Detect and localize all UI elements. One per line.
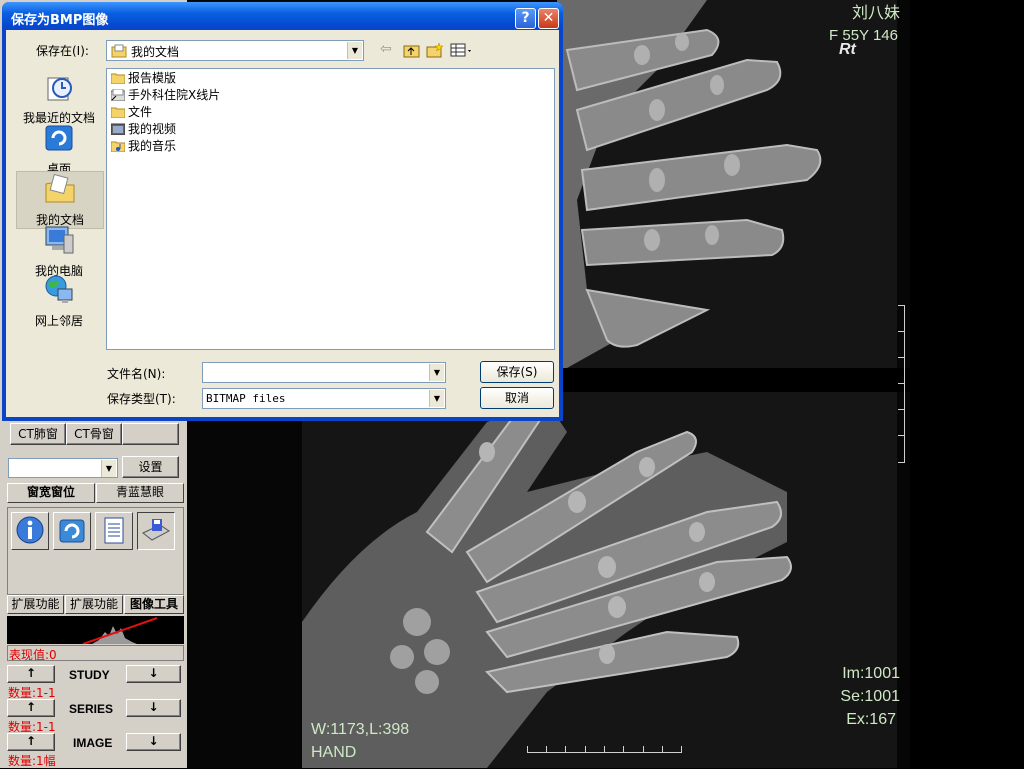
- info-icon: [16, 516, 44, 544]
- places-desktop[interactable]: 桌面: [16, 121, 102, 177]
- up-folder-icon[interactable]: [403, 42, 421, 58]
- video-folder-icon: [111, 123, 125, 135]
- tab-image-tools[interactable]: 图像工具: [124, 595, 184, 614]
- file-name: 我的视频: [128, 122, 177, 136]
- file-item[interactable]: 我的视频: [111, 121, 176, 138]
- patient-name: 刘八妹: [851, 5, 900, 22]
- save-bmp-dialog: 保存为BMP图像 ? ✕ 保存在(I): 我的文档 ▼ ⇦ 我最近的文档 桌面: [2, 2, 563, 421]
- image-number: Im:1001: [842, 665, 900, 682]
- series-next-button[interactable]: ↓: [126, 699, 181, 717]
- study-label: STUDY: [69, 668, 110, 682]
- display-value: 表现值:0: [9, 648, 57, 662]
- tab-window-level[interactable]: 窗宽窗位: [7, 483, 95, 503]
- document-icon: [104, 517, 124, 544]
- image-next-button[interactable]: ↓: [126, 733, 181, 751]
- tab-cyan-eye[interactable]: 青蓝慧眼: [96, 483, 184, 503]
- save-in-value: 我的文档: [131, 45, 180, 59]
- info-tool-button[interactable]: [11, 512, 49, 550]
- settings-button[interactable]: 设置: [122, 456, 179, 478]
- places-my-documents[interactable]: 我的文档: [16, 171, 104, 229]
- empty-preset-button[interactable]: [122, 423, 179, 445]
- histogram[interactable]: [7, 616, 184, 645]
- filetype-value: BITMAP files: [206, 392, 286, 405]
- places-my-computer[interactable]: 我的电脑: [16, 223, 102, 279]
- desktop-icon: [45, 125, 73, 151]
- series-label: SERIES: [69, 702, 114, 716]
- study-next-button[interactable]: ↓: [126, 665, 181, 683]
- file-item[interactable]: 文件: [111, 104, 152, 121]
- tab-extension-2[interactable]: 扩展功能: [65, 595, 123, 614]
- dialog-titlebar[interactable]: 保存为BMP图像 ? ✕: [2, 2, 563, 30]
- cancel-button[interactable]: 取消: [480, 387, 554, 409]
- my-documents-icon: [45, 173, 75, 203]
- back-icon[interactable]: ⇦: [380, 41, 392, 57]
- file-name: 文件: [128, 105, 153, 119]
- xray-image-bottom[interactable]: [187, 392, 910, 768]
- series-prev-button[interactable]: ↑: [7, 699, 55, 717]
- chevron-down-icon[interactable]: ▼: [347, 42, 362, 59]
- file-item[interactable]: 我的音乐: [111, 138, 176, 155]
- shortcut-folder-icon: [111, 89, 125, 101]
- hand-xray-bottom-graphic: [187, 392, 910, 768]
- exam-number: Ex:167: [846, 711, 896, 728]
- file-name: 我的音乐: [128, 139, 177, 153]
- places-bar: 我最近的文档 桌面 我的文档 我的电脑 网上邻居: [10, 68, 104, 358]
- my-documents-icon: [111, 44, 127, 58]
- study-prev-button[interactable]: ↑: [7, 665, 55, 683]
- dialog-title: 保存为BMP图像: [11, 13, 109, 28]
- image-count: 数量:1幅: [8, 754, 56, 768]
- places-network-label: 网上邻居: [34, 314, 83, 328]
- floppy-save-icon: [142, 519, 170, 541]
- scale-bar: [527, 744, 682, 753]
- filename-input[interactable]: ▼: [202, 362, 446, 383]
- folder-icon: [111, 73, 125, 84]
- side-marker: Rt: [839, 41, 856, 58]
- value-box: 表现值:0: [7, 645, 184, 662]
- vertical-ruler: [896, 305, 905, 463]
- help-button[interactable]: ?: [515, 8, 536, 29]
- filetype-select[interactable]: BITMAP files ▼: [202, 388, 446, 409]
- network-places-icon: [45, 275, 73, 303]
- close-button[interactable]: ✕: [538, 8, 559, 29]
- image-label: IMAGE: [73, 736, 113, 750]
- dialog-body: 保存在(I): 我的文档 ▼ ⇦ 我最近的文档 桌面 我的文档 我的电脑 网上邻…: [6, 30, 559, 417]
- chevron-down-icon[interactable]: ▼: [101, 460, 116, 477]
- chevron-down-icon[interactable]: ▼: [429, 390, 444, 407]
- image-prev-button[interactable]: ↑: [7, 733, 55, 751]
- image-export-icon: [59, 519, 85, 543]
- ct-lung-window-button[interactable]: CT肺窗: [10, 423, 66, 445]
- body-part: HAND: [311, 744, 357, 761]
- histogram-graphic: [82, 617, 158, 645]
- recent-docs-icon: [47, 77, 72, 101]
- my-computer-icon: [45, 226, 74, 254]
- save-tool-button[interactable]: [137, 512, 175, 550]
- file-item[interactable]: 手外科住院X线片: [111, 87, 220, 104]
- report-tool-button[interactable]: [95, 512, 133, 550]
- ct-bone-window-button[interactable]: CT骨窗: [66, 423, 122, 445]
- places-network[interactable]: 网上邻居: [16, 273, 102, 329]
- view-menu-icon[interactable]: [450, 42, 474, 58]
- preset-select[interactable]: ▼: [8, 458, 118, 478]
- series-number: Se:1001: [840, 688, 900, 705]
- save-in-label: 保存在(I):: [36, 44, 89, 58]
- folder-icon: [111, 107, 125, 118]
- file-name: 手外科住院X线片: [128, 88, 221, 102]
- window-level: W:1173,L:398: [311, 721, 410, 738]
- filename-label: 文件名(N):: [107, 367, 166, 381]
- places-recent[interactable]: 我最近的文档: [16, 70, 102, 126]
- filetype-label: 保存类型(T):: [107, 392, 176, 406]
- tab-extension-1[interactable]: 扩展功能: [7, 595, 64, 614]
- music-folder-icon: [111, 141, 125, 152]
- new-folder-icon[interactable]: [426, 42, 444, 58]
- file-name: 报告模版: [128, 71, 177, 85]
- save-in-select[interactable]: 我的文档 ▼: [106, 40, 364, 61]
- file-list[interactable]: 报告模版 手外科住院X线片 文件 我的视频 我的音乐: [106, 68, 555, 350]
- save-button[interactable]: 保存(S): [480, 361, 554, 383]
- export-tool-button[interactable]: [53, 512, 91, 550]
- file-item[interactable]: 报告模版: [111, 70, 176, 87]
- chevron-down-icon[interactable]: ▼: [429, 364, 444, 381]
